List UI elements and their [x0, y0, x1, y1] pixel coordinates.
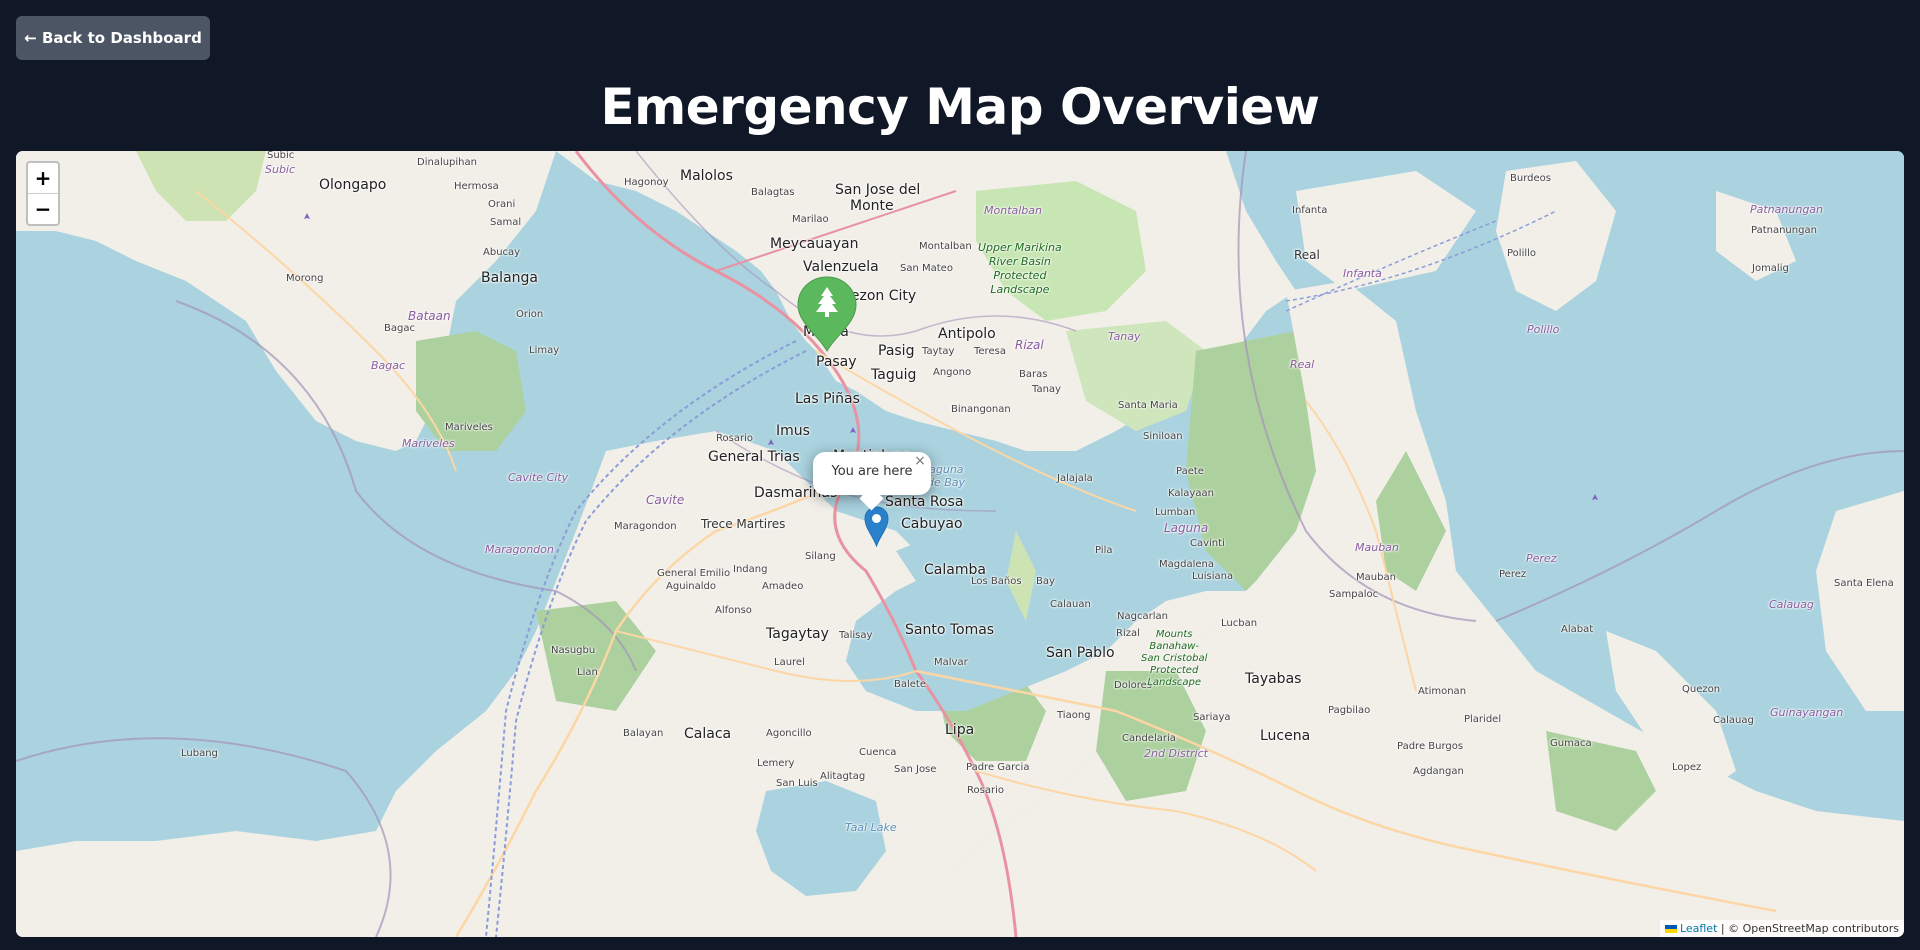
leaflet-link[interactable]: Leaflet [1680, 922, 1717, 935]
map-tiles[interactable] [16, 151, 1904, 937]
popup-close-button[interactable]: × [913, 454, 927, 468]
map-pin-icon [872, 514, 881, 523]
user-location-marker[interactable] [864, 506, 889, 547]
attribution-separator: | [1717, 922, 1729, 935]
emergency-map[interactable]: Malolos San Jose del Monte Meycauayan Ol… [16, 151, 1904, 937]
osm-attribution[interactable]: © OpenStreetMap contributors [1728, 922, 1899, 935]
back-to-dashboard-button[interactable]: ← Back to Dashboard [16, 16, 210, 60]
zoom-out-button[interactable]: − [28, 194, 58, 224]
location-popup: You are here × [813, 452, 931, 511]
zoom-control: + − [26, 161, 60, 226]
ukraine-flag-icon [1664, 925, 1677, 933]
page-title: Emergency Map Overview [600, 78, 1320, 136]
map-attribution: Leaflet | © OpenStreetMap contributors [1659, 920, 1904, 937]
evacuation-park-marker[interactable] [796, 275, 858, 353]
zoom-in-button[interactable]: + [28, 163, 58, 194]
